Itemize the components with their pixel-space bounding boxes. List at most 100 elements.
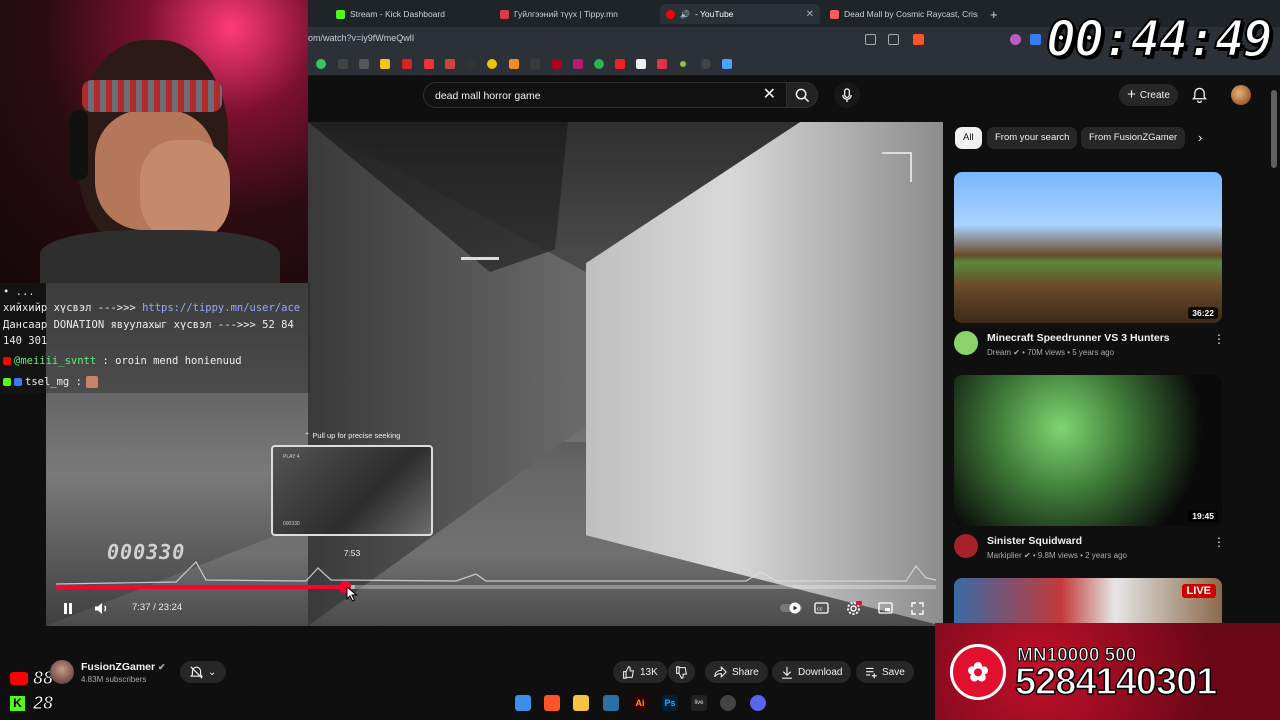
chip-from-channel[interactable]: From FusionZGamer bbox=[1081, 127, 1186, 149]
donation-banner: ✿ MN10000 500 5284140301 bbox=[935, 623, 1280, 720]
microphone-icon bbox=[842, 87, 852, 102]
miniplayer-button[interactable] bbox=[878, 600, 893, 616]
more-options-icon[interactable]: ⋮ bbox=[1213, 332, 1225, 346]
autoplay-toggle[interactable] bbox=[780, 600, 802, 616]
bookmark-icon[interactable] bbox=[701, 59, 711, 69]
seek-bar[interactable] bbox=[56, 581, 936, 593]
tab-label: Dead Mall by Cosmic Raycast, Crisp bbox=[844, 9, 978, 19]
account-avatar[interactable] bbox=[1231, 85, 1251, 105]
cast-icon[interactable] bbox=[865, 34, 876, 45]
bookmark-icon[interactable] bbox=[722, 59, 732, 69]
live-app-icon[interactable]: live bbox=[691, 695, 707, 711]
bookmark-icon[interactable] bbox=[573, 59, 583, 69]
url-field[interactable]: om/watch?v=iy9fWmeQwlI bbox=[308, 33, 414, 43]
clear-search-icon[interactable]: ✕ bbox=[763, 86, 776, 104]
create-button[interactable]: + Create bbox=[1119, 84, 1178, 106]
chat-username: @meiiii_svntt bbox=[14, 355, 97, 367]
pause-button[interactable] bbox=[62, 600, 74, 616]
bookmark-icon[interactable] bbox=[380, 59, 390, 69]
channel-avatar[interactable] bbox=[50, 660, 74, 684]
bell-icon bbox=[1192, 87, 1207, 104]
extension-icon[interactable] bbox=[1010, 34, 1021, 45]
tab-tippy[interactable]: Гуйлгээний түүх | Tippy.mn bbox=[500, 4, 650, 24]
seek-preview-thumbnail: PLAY 4 000330 bbox=[271, 445, 433, 536]
brave-browser-icon[interactable] bbox=[544, 695, 560, 711]
chat-line: • ... bbox=[3, 286, 35, 298]
bookmark-icon[interactable] bbox=[530, 59, 540, 69]
view-count: 9.8M views • 2 years ago bbox=[1037, 551, 1127, 560]
kick-icon bbox=[336, 9, 345, 19]
bookmark-icon[interactable] bbox=[594, 59, 604, 69]
tab-youtube[interactable]: 🔊 - YouTube ✕ bbox=[660, 4, 820, 24]
create-label: Create bbox=[1139, 89, 1170, 101]
view-count: 70M views • 5 years ago bbox=[1027, 348, 1115, 357]
webcam-shirt bbox=[40, 230, 280, 283]
share-button[interactable]: Share bbox=[705, 661, 768, 683]
tab-dead-mall[interactable]: Dead Mall by Cosmic Raycast, Crisp bbox=[830, 4, 978, 24]
extension-icon[interactable] bbox=[1030, 34, 1041, 45]
volume-icon bbox=[95, 602, 107, 614]
recommendation-thumbnail[interactable]: 19:45 bbox=[954, 375, 1222, 526]
bookmark-icon[interactable] bbox=[402, 59, 412, 69]
save-button[interactable]: Save bbox=[856, 661, 914, 683]
bookmark-icon[interactable] bbox=[657, 59, 667, 69]
tab-kick-dashboard[interactable]: Stream - Kick Dashboard bbox=[336, 4, 486, 24]
share-icon[interactable] bbox=[888, 34, 899, 45]
dislike-button[interactable] bbox=[668, 661, 695, 683]
search-button[interactable] bbox=[786, 82, 818, 108]
bookmark-icon[interactable] bbox=[359, 59, 369, 69]
bookmark-icon[interactable] bbox=[487, 59, 497, 69]
channel-avatar[interactable] bbox=[954, 534, 978, 558]
chat-link: https://tippy.mn/user/ace bbox=[142, 302, 301, 314]
subtitles-button[interactable]: cc bbox=[814, 600, 829, 616]
recommendation-title[interactable]: Minecraft Speedrunner VS 3 Hunters bbox=[987, 332, 1170, 344]
volume-button[interactable] bbox=[94, 600, 109, 616]
photoshop-icon[interactable]: Ps bbox=[662, 695, 678, 711]
download-button[interactable]: Download bbox=[772, 661, 852, 683]
subscriber-count: 4.83M subscribers bbox=[81, 675, 147, 684]
video-frame-light bbox=[461, 257, 499, 260]
file-explorer-icon[interactable] bbox=[573, 695, 589, 711]
illustrator-icon[interactable]: Ai bbox=[632, 695, 648, 711]
bookmark-icon[interactable] bbox=[552, 59, 562, 69]
chip-from-your-search[interactable]: From your search bbox=[987, 127, 1078, 149]
subscription-bell-button[interactable]: ⌄ bbox=[180, 661, 227, 683]
channel-avatar[interactable] bbox=[954, 331, 978, 355]
bookmark-icon[interactable] bbox=[636, 59, 646, 69]
itch-icon bbox=[830, 9, 839, 19]
bookmark-icon[interactable] bbox=[509, 59, 519, 69]
more-options-icon[interactable]: ⋮ bbox=[1213, 535, 1225, 549]
chat-line: Дансаар DONATION явуулахыг хүсвэл --->>>… bbox=[3, 319, 294, 331]
windows-start-icon[interactable] bbox=[515, 695, 531, 711]
chevron-right-icon[interactable]: › bbox=[1198, 130, 1202, 145]
bookmark-icon[interactable] bbox=[424, 59, 434, 69]
app-icon[interactable] bbox=[603, 695, 619, 711]
obs-icon[interactable] bbox=[720, 695, 736, 711]
recommendation-title[interactable]: Sinister Squidward bbox=[987, 535, 1082, 547]
channel-name[interactable]: FusionZGamer ✔ bbox=[81, 661, 166, 673]
bookmark-icon[interactable] bbox=[466, 59, 476, 69]
bookmark-icon[interactable] bbox=[445, 59, 455, 69]
discord-icon[interactable] bbox=[750, 695, 766, 711]
speaker-icon: 🔊 bbox=[680, 9, 690, 19]
fullscreen-button[interactable] bbox=[911, 600, 924, 616]
chip-all[interactable]: All bbox=[955, 127, 982, 149]
recommendation-thumbnail[interactable]: 36:22 bbox=[954, 172, 1222, 323]
close-tab-icon[interactable]: ✕ bbox=[806, 9, 814, 20]
notifications-button[interactable] bbox=[1192, 87, 1207, 108]
search-input[interactable]: dead mall horror game ✕ bbox=[423, 82, 786, 108]
save-label: Save bbox=[882, 666, 905, 678]
like-button[interactable]: 13K bbox=[613, 661, 667, 683]
brave-shield-icon[interactable] bbox=[913, 34, 924, 45]
bookmark-icon[interactable] bbox=[680, 61, 686, 67]
autoplay-toggle-icon bbox=[780, 602, 802, 614]
bookmark-icon[interactable] bbox=[316, 59, 326, 69]
page-scrollbar[interactable] bbox=[1271, 90, 1277, 168]
bookmark-icon[interactable] bbox=[338, 59, 348, 69]
voice-search-button[interactable] bbox=[834, 82, 860, 108]
settings-button[interactable] bbox=[846, 600, 862, 616]
new-tab-button[interactable]: + bbox=[990, 4, 1004, 24]
bookmark-icon[interactable] bbox=[615, 59, 625, 69]
recommendation-thumbnail[interactable]: LIVE bbox=[954, 578, 1222, 623]
download-icon bbox=[782, 666, 792, 679]
